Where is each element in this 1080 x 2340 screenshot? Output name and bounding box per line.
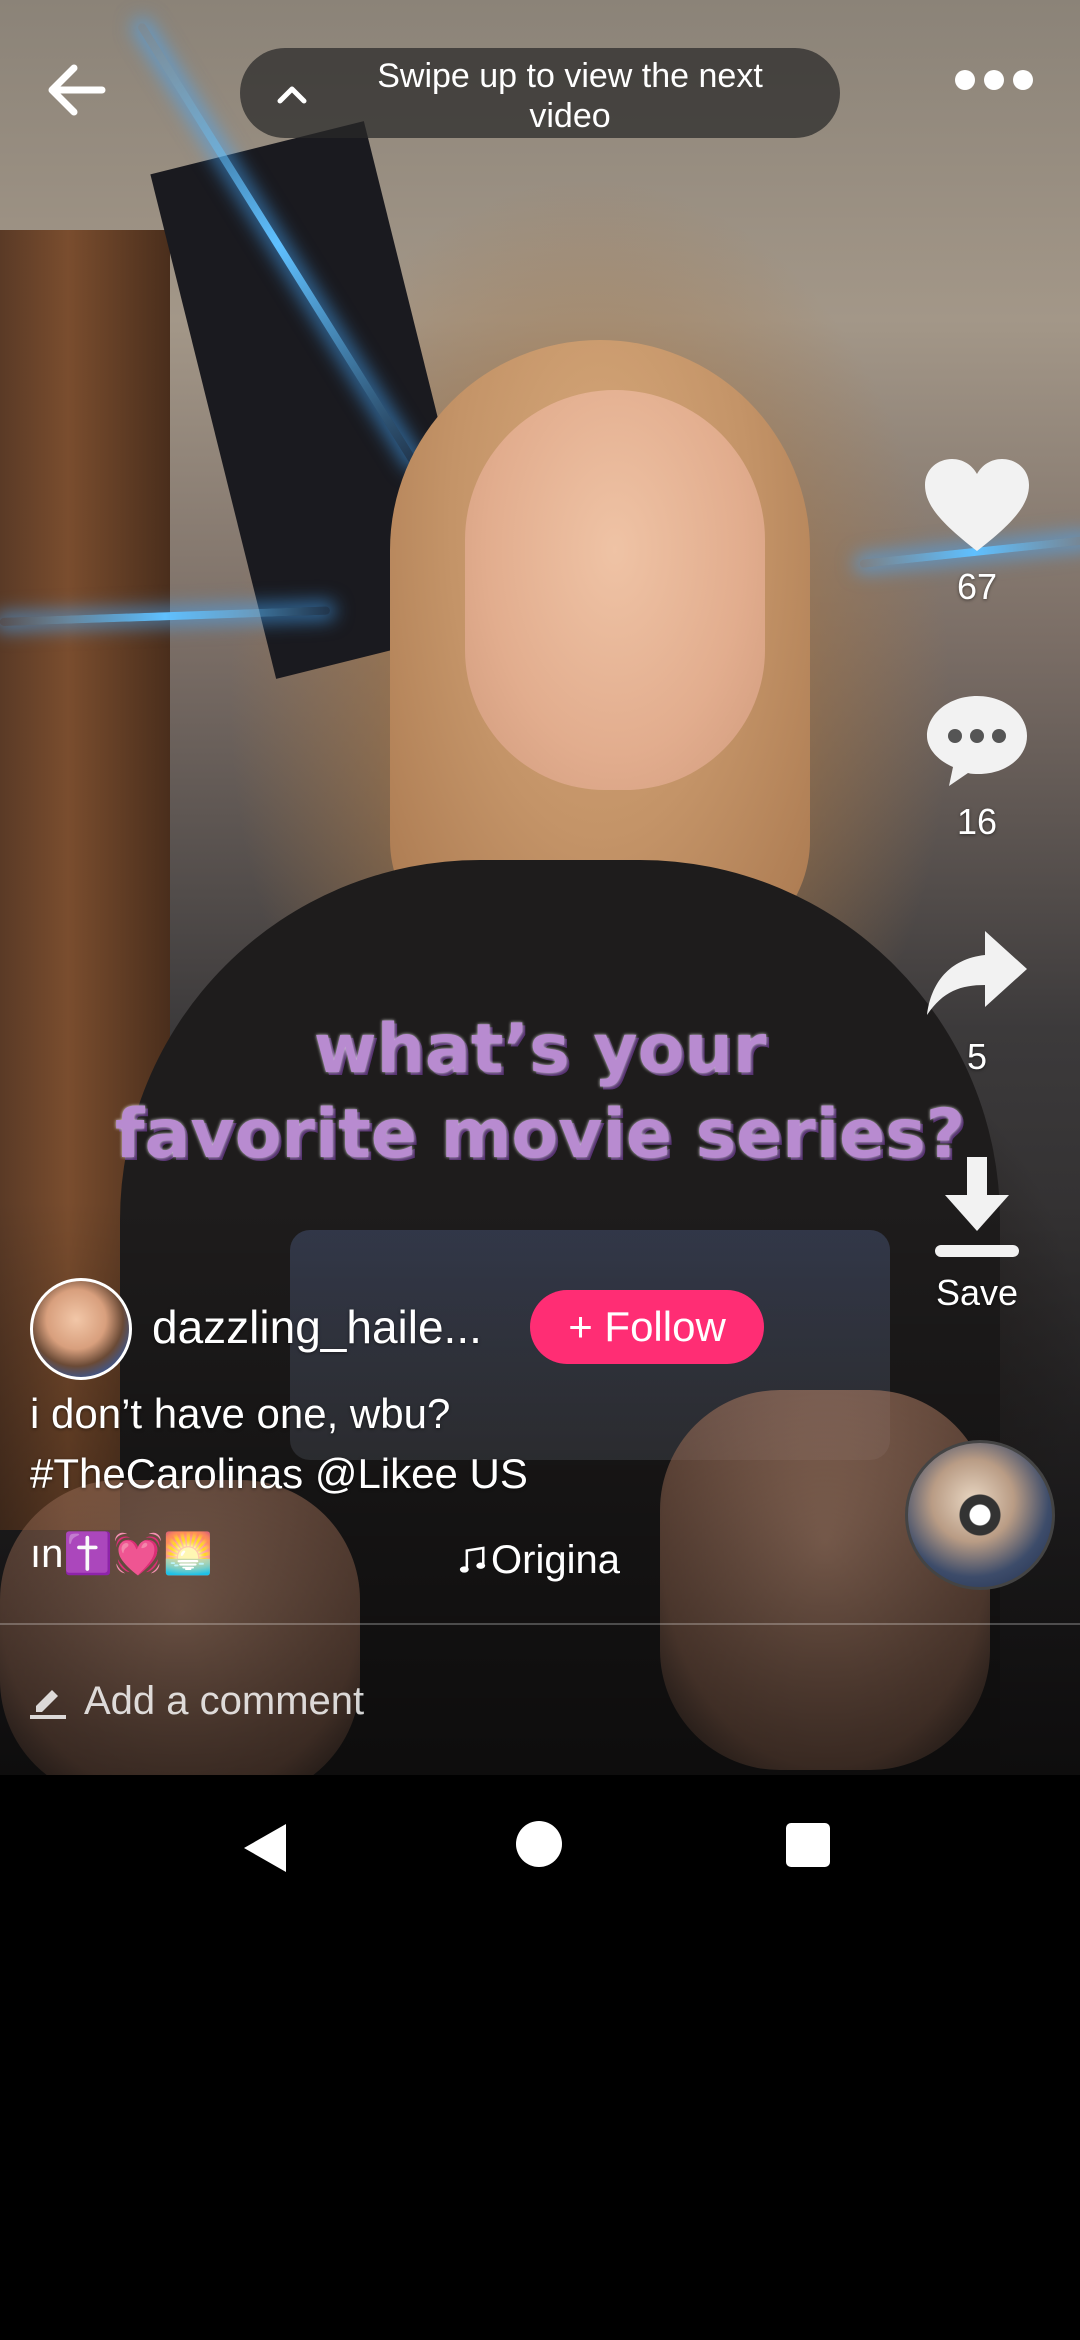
share-arrow-icon <box>927 931 1027 1015</box>
like-button[interactable]: 67 <box>915 455 1039 608</box>
music-track-label: Origina <box>491 1537 620 1582</box>
post-hashtags-mentions[interactable]: #TheCarolinas @Likee US <box>30 1450 528 1498</box>
download-icon <box>935 1157 1019 1257</box>
music-note-icon <box>459 1546 486 1573</box>
nav-back-icon[interactable] <box>240 1820 290 1876</box>
system-navigation-bar <box>0 1775 1080 1920</box>
music-track[interactable]: Origina <box>458 1530 620 1590</box>
add-comment-placeholder: Add a comment <box>84 1679 365 1723</box>
more-dots-icon <box>955 70 975 90</box>
pencil-icon <box>30 1690 66 1719</box>
chevron-up-icon <box>277 86 307 104</box>
add-comment-bar[interactable]: Add a comment <box>0 1625 1080 1775</box>
follow-button[interactable]: + Follow <box>530 1290 764 1364</box>
arrow-left-icon <box>48 64 106 116</box>
video-subject-face <box>465 390 765 790</box>
heart-icon <box>925 459 1029 551</box>
swipe-hint-text: Swipe up to view the next video <box>377 57 763 135</box>
like-count: 67 <box>956 566 998 607</box>
author-avatar[interactable] <box>30 1278 132 1380</box>
save-button[interactable]: Save <box>915 1155 1039 1314</box>
share-button[interactable]: 5 <box>915 925 1039 1078</box>
post-caption-marquee: ın✝️💓🌅 <box>30 1532 210 1576</box>
comment-button[interactable]: 16 <box>915 690 1039 843</box>
comment-count: 16 <box>956 801 998 842</box>
more-dots-icon <box>984 70 1004 90</box>
share-count: 5 <box>966 1036 988 1077</box>
nav-home-icon[interactable] <box>516 1821 562 1867</box>
author-username[interactable]: dazzling_haile... <box>152 1300 482 1354</box>
more-options-button[interactable] <box>955 60 1035 100</box>
music-disc-button[interactable] <box>905 1440 1055 1590</box>
swipe-hint-pill[interactable]: Swipe up to view the next video <box>240 48 840 138</box>
comment-bubble-icon <box>927 696 1027 786</box>
save-label: Save <box>935 1272 1019 1313</box>
more-dots-icon <box>1013 70 1033 90</box>
nav-recents-icon[interactable] <box>786 1823 830 1867</box>
post-caption: i don’t have one, wbu? <box>30 1390 451 1437</box>
back-button[interactable] <box>40 50 120 130</box>
